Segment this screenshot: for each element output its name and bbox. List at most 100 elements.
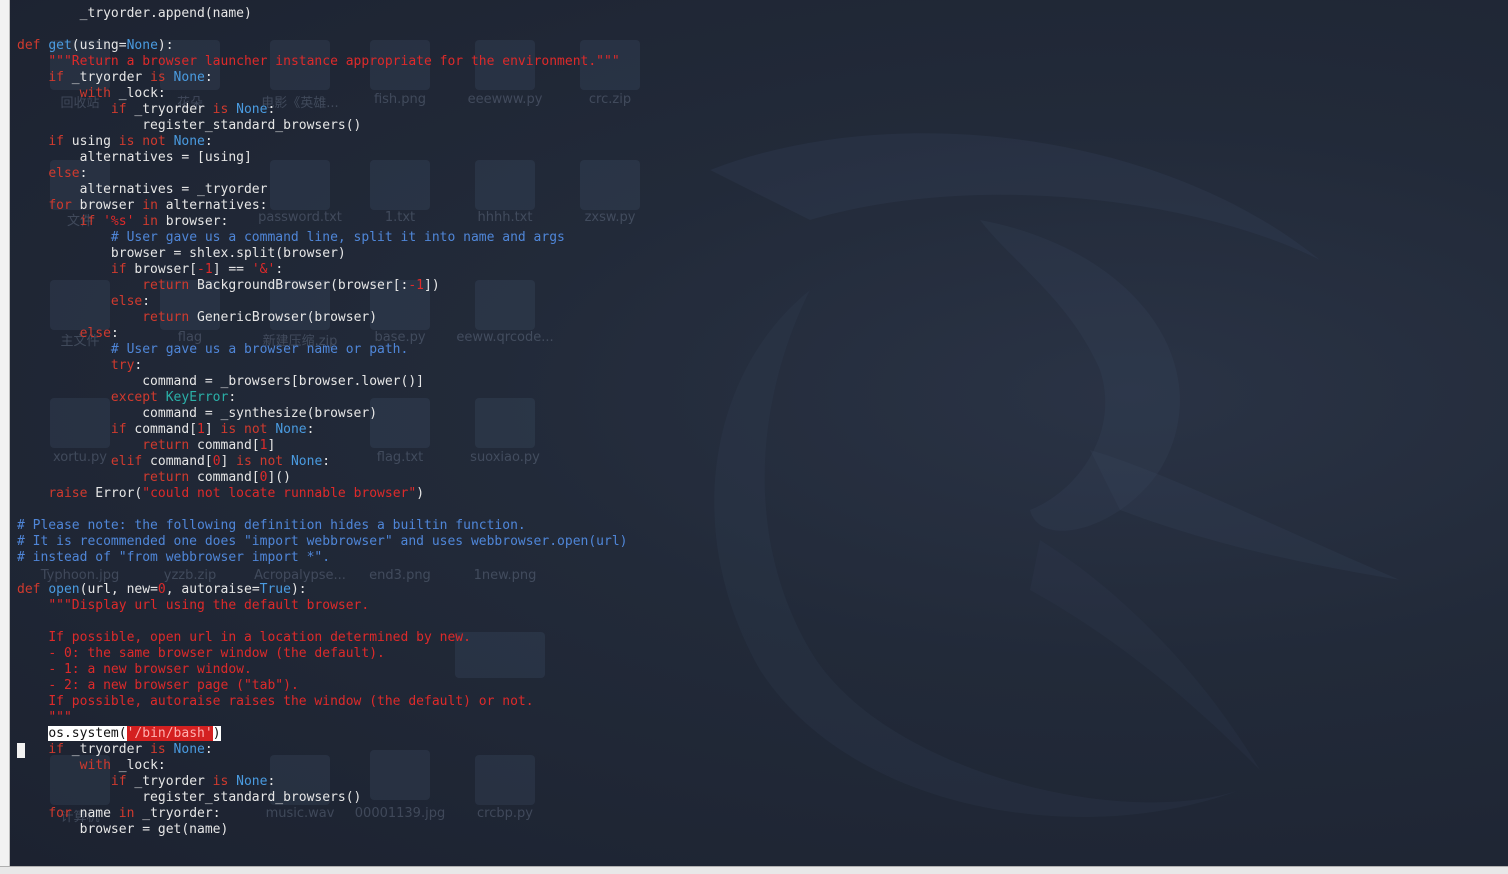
code-line[interactable]: If possible, autoraise raises the window… <box>17 694 627 710</box>
code-line[interactable]: # Please note: the following definition … <box>17 518 627 534</box>
code-line[interactable]: """ <box>17 710 627 726</box>
code-line[interactable]: try: <box>17 358 627 374</box>
code-line[interactable]: if _tryorder is None: <box>17 742 627 758</box>
code-token: command[ <box>142 454 213 469</box>
code-line[interactable]: else: <box>17 294 627 310</box>
code-line[interactable]: - 0: the same browser window (the defaul… <box>17 646 627 662</box>
code-line[interactable] <box>17 614 627 630</box>
code-line[interactable] <box>17 502 627 518</box>
code-line[interactable]: - 1: a new browser window. <box>17 662 627 678</box>
code-token: command = _synthesize(browser) <box>17 406 378 421</box>
code-line[interactable]: register_standard_browsers() <box>17 790 627 806</box>
code-line[interactable]: alternatives = [using] <box>17 150 627 166</box>
code-line[interactable]: """Display url using the default browser… <box>17 598 627 614</box>
code-token: in <box>118 806 135 821</box>
code-line[interactable]: alternatives = _tryorder <box>17 182 627 198</box>
code-token: except <box>110 390 158 405</box>
code-line[interactable]: if _tryorder is None: <box>17 102 627 118</box>
code-line[interactable]: raise Error("could not locate runnable b… <box>17 486 627 502</box>
code-token: raise <box>48 486 88 501</box>
code-token: ] <box>204 422 221 437</box>
left-window-edge <box>0 0 10 866</box>
code-line[interactable] <box>17 22 627 38</box>
code-line[interactable]: def open(url, new=0, autoraise=True): <box>17 582 627 598</box>
code-token: None <box>173 134 205 149</box>
code-token: with <box>79 758 111 773</box>
code-token: - 0: the same browser window (the defaul… <box>48 646 385 661</box>
code-line[interactable]: if command[1] is not None: <box>17 422 627 438</box>
text-cursor <box>17 743 25 758</box>
code-line[interactable]: if '%s' in browser: <box>17 214 627 230</box>
code-line[interactable]: else: <box>17 326 627 342</box>
code-line[interactable]: """Return a browser launcher instance ap… <box>17 54 627 70</box>
code-line[interactable]: If possible, open url in a location dete… <box>17 630 627 646</box>
code-token: : <box>204 70 213 85</box>
code-line[interactable]: return command[0]() <box>17 470 627 486</box>
code-line[interactable]: # It is recommended one does "import web… <box>17 534 627 550</box>
code-line[interactable]: browser = shlex.split(browser) <box>17 246 627 262</box>
code-line[interactable]: for name in _tryorder: <box>17 806 627 822</box>
code-line[interactable]: - 2: a new browser page ("tab"). <box>17 678 627 694</box>
code-token: if <box>48 70 64 85</box>
code-token: with <box>79 86 111 101</box>
code-token: try <box>110 358 135 373</box>
code-token: in <box>142 214 158 229</box>
code-line[interactable]: elif command[0] is not None: <box>17 454 627 470</box>
code-line[interactable]: return command[1] <box>17 438 627 454</box>
code-token: ): <box>290 582 307 597</box>
code-line[interactable]: os.system('/bin/bash') <box>17 726 627 742</box>
code-line[interactable]: _tryorder.append(name) <box>17 6 627 22</box>
code-token: : <box>134 358 143 373</box>
code-line[interactable]: if _tryorder is None: <box>17 70 627 86</box>
bottom-status-bar <box>0 866 1508 874</box>
code-token: ] <box>220 454 237 469</box>
code-token: in <box>142 198 158 213</box>
code-token: # User gave us a browser name or path. <box>110 342 409 357</box>
code-line[interactable]: except KeyError: <box>17 390 627 406</box>
code-line[interactable]: command = _browsers[browser.lower()] <box>17 374 627 390</box>
code-line[interactable]: register_standard_browsers() <box>17 118 627 134</box>
code-line[interactable]: with _lock: <box>17 758 627 774</box>
code-line[interactable]: else: <box>17 166 627 182</box>
code-line[interactable]: with _lock: <box>17 86 627 102</box>
code-token: '/bin/bash' <box>126 726 213 741</box>
code-line[interactable]: if _tryorder is None: <box>17 774 627 790</box>
code-line[interactable]: # User gave us a command line, split it … <box>17 230 627 246</box>
code-line[interactable]: def get(using=None): <box>17 38 627 54</box>
terminal-window: 回收站 花朵 电影《英雄... fish.png eeewww.py crc.z… <box>0 0 1508 874</box>
code-line[interactable]: return BackgroundBrowser(browser[:-1]) <box>17 278 627 294</box>
code-token: , autoraise= <box>165 582 260 597</box>
code-token: for <box>48 806 72 821</box>
code-line[interactable]: if using is not None: <box>17 134 627 150</box>
code-line[interactable]: # instead of "from webbrowser import *". <box>17 550 627 566</box>
code-line[interactable]: if browser[-1] == '&': <box>17 262 627 278</box>
code-line[interactable]: command = _synthesize(browser) <box>17 406 627 422</box>
code-editor-text[interactable]: _tryorder.append(name) def get(using=Non… <box>17 6 627 838</box>
code-token: register_standard_browsers() <box>17 790 362 805</box>
code-line[interactable]: # User gave us a browser name or path. <box>17 342 627 358</box>
code-token: # User gave us a command line, split it … <box>110 230 565 245</box>
code-token: browser <box>71 198 143 213</box>
code-token: (using= <box>71 38 127 53</box>
code-line[interactable] <box>17 566 627 582</box>
code-token: GenericBrowser(browser) <box>189 310 378 325</box>
code-token: if <box>110 102 127 117</box>
code-token: None <box>236 102 268 117</box>
code-line[interactable]: for browser in alternatives: <box>17 198 627 214</box>
code-token: browser: <box>157 214 229 229</box>
code-token: -1 <box>408 278 425 293</box>
code-line[interactable]: browser = get(name) <box>17 822 627 838</box>
code-line[interactable]: return GenericBrowser(browser) <box>17 310 627 326</box>
code-token: : <box>322 454 331 469</box>
